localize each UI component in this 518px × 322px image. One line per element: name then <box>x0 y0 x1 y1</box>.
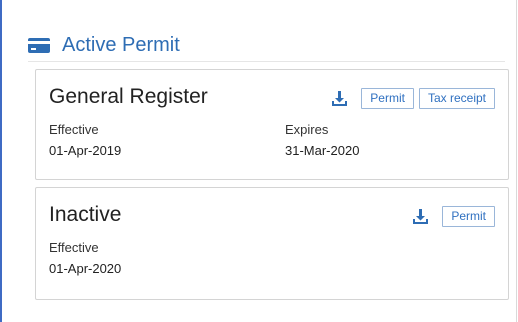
permit-card-inactive: Inactive Permit Effective 01-Apr-2020 <box>35 187 509 300</box>
permit-card-actions: Permit Tax receipt <box>331 88 495 109</box>
permit-button[interactable]: Permit <box>361 88 414 109</box>
effective-label: Effective <box>49 240 99 255</box>
credit-card-icon <box>28 37 50 53</box>
effective-label: Effective <box>49 122 99 137</box>
panel-title: Active Permit <box>62 33 180 56</box>
permit-card-title: Inactive <box>49 203 122 226</box>
header-divider <box>28 61 505 62</box>
permit-card-title: General Register <box>49 85 208 108</box>
panel-header: Active Permit <box>28 31 180 59</box>
effective-value: 01-Apr-2019 <box>49 143 122 158</box>
expires-label: Expires <box>285 122 329 137</box>
permit-button[interactable]: Permit <box>442 206 495 227</box>
effective-value: 01-Apr-2020 <box>49 261 122 276</box>
download-icon[interactable] <box>412 208 429 225</box>
permit-card-general-register: General Register Permit Tax receipt Effe… <box>35 69 509 180</box>
permit-panel: Active Permit General Register Permit Ta… <box>0 0 517 322</box>
expires-value: 31-Mar-2020 <box>285 143 360 158</box>
download-icon[interactable] <box>331 90 348 107</box>
permit-card-actions: Permit <box>412 206 495 227</box>
tax-receipt-button[interactable]: Tax receipt <box>418 88 495 109</box>
